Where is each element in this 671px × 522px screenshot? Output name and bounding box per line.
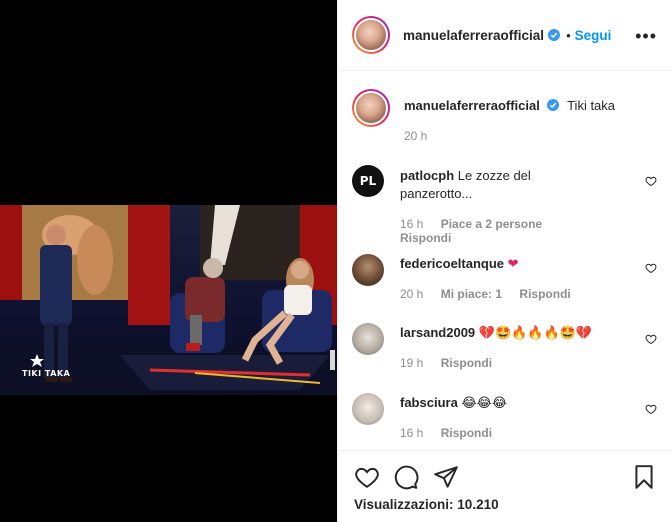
comment-likes[interactable]: Mi piace: 1 [441, 287, 502, 301]
reply-button[interactable]: Rispondi [400, 231, 451, 245]
reply-button[interactable]: Rispondi [441, 356, 492, 370]
caption-time: 20 h [404, 129, 428, 143]
separator-dot: • [566, 27, 571, 43]
post-viewer: TIKI TAKA manuelaferreraofficial • Segui… [0, 0, 671, 522]
avatar[interactable] [352, 254, 384, 286]
comment-likes[interactable]: Piace a 2 persone [441, 217, 542, 231]
avatar[interactable]: PL [352, 165, 384, 197]
comment-username[interactable]: federicoeltanque [400, 256, 504, 271]
views-label: Visualizzazioni: [354, 497, 454, 512]
video-player[interactable]: TIKI TAKA [0, 205, 337, 395]
verified-icon [548, 29, 561, 41]
follow-button[interactable]: Segui [575, 28, 612, 43]
comment-time: 16 h [400, 426, 424, 440]
more-icon[interactable]: ••• [635, 26, 657, 47]
heart-icon[interactable] [645, 262, 657, 274]
heart-icon[interactable] [645, 175, 657, 187]
comment-time: 20 h [400, 287, 424, 301]
caption: manuelaferreraofficial Tiki taka 20 h [352, 89, 657, 149]
media-area: TIKI TAKA [0, 0, 337, 522]
comment: federicoeltanque ❤ 20 h Mi piace: 1 Risp… [352, 252, 657, 301]
comment-text: ❤ [507, 256, 519, 271]
comment-icon[interactable] [393, 464, 419, 490]
show-logo: TIKI TAKA [22, 369, 71, 378]
views-number: 10.210 [457, 497, 499, 512]
video-frame [0, 205, 337, 395]
post-header: manuelaferreraofficial • Segui ••• [338, 0, 671, 71]
comment-username[interactable]: larsand2009 [400, 325, 475, 340]
comment-time: 16 h [400, 217, 424, 231]
comment-text: 😂😂😂 [461, 395, 508, 410]
comment: PL patlocph Le zozze del panzerotto... 1… [352, 163, 657, 245]
comment: larsand2009 💔🤩🔥🔥🔥🤩💔 19 h Rispondi [352, 321, 657, 370]
caption-text: Tiki taka [567, 98, 616, 113]
caption-username[interactable]: manuelaferreraofficial [404, 98, 540, 113]
comment-time: 19 h [400, 356, 424, 370]
details-panel: manuelaferreraofficial • Segui ••• manue… [337, 0, 671, 522]
action-bar: Visualizzazioni: 10.210 [338, 450, 671, 522]
comment: fabsciura 😂😂😂 16 h Rispondi [352, 391, 657, 440]
avatar[interactable] [352, 323, 384, 355]
bookmark-icon[interactable] [631, 464, 657, 490]
share-icon[interactable] [433, 464, 459, 490]
heart-icon[interactable] [354, 464, 380, 490]
heart-icon[interactable] [645, 403, 657, 415]
avatar[interactable] [352, 393, 384, 425]
views-count: Visualizzazioni: 10.210 [354, 497, 499, 512]
comment-text: 💔🤩🔥🔥🔥🤩💔 [478, 325, 593, 340]
avatar-initials: PL [359, 174, 377, 188]
comment-username[interactable]: patlocph [400, 168, 454, 183]
avatar[interactable] [352, 16, 390, 54]
reply-button[interactable]: Rispondi [441, 426, 492, 440]
header-username[interactable]: manuelaferreraofficial [403, 28, 544, 43]
reply-button[interactable]: Rispondi [519, 287, 570, 301]
heart-icon[interactable] [645, 333, 657, 345]
caption-avatar[interactable] [352, 89, 390, 127]
comment-username[interactable]: fabsciura [400, 395, 458, 410]
verified-icon [547, 99, 560, 111]
